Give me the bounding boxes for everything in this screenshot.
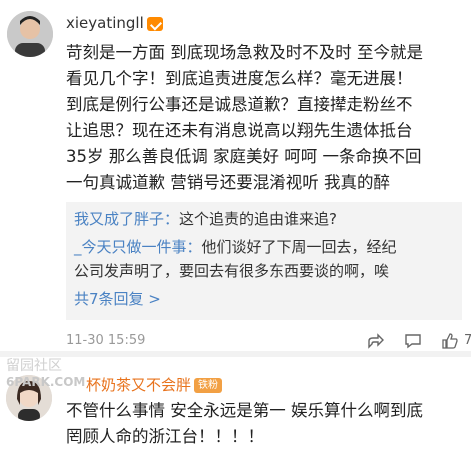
comment-line: 看见几个字！到底追责进度怎么样？毫无进展！	[66, 69, 413, 88]
comment-1: xieyatingll 苛刻是一方面 到底现场急救及时不及时 至今就是 看见几个…	[0, 0, 471, 352]
fan-badge: 铁粉	[194, 378, 223, 393]
comment-line: 不管什么事情 安全永远是第一 娱乐算什么啊到底	[66, 401, 423, 420]
share-icon[interactable]	[366, 332, 384, 350]
reply-1[interactable]: 我又成了胖子：这个追责的追由谁来追?	[74, 208, 337, 230]
comment-line: 35岁 那么善良低调 家庭美好 呵呵 一条命换不回	[66, 147, 422, 166]
avatar[interactable]	[7, 11, 53, 57]
more-replies-link[interactable]: 共7条回复 >	[74, 288, 161, 310]
comment-body: 不管什么事情 安全永远是第一 娱乐算什么啊到底 罔顾人命的浙江台！！！！	[66, 398, 461, 450]
comment-body: 苛刻是一方面 到底现场急救及时不及时 至今就是 看见几个字！到底追责进度怎么样？…	[66, 40, 461, 196]
comment-line: 让追思？现在还未有消息说高以翔先生遗体抵台	[66, 121, 413, 140]
comment-line: 罔顾人命的浙江台！！！！	[66, 427, 264, 446]
comment-footer: 11-30 15:59 724	[66, 332, 471, 352]
vip-badge-icon	[146, 16, 163, 31]
replies-box[interactable]: 我又成了胖子：这个追责的追由谁来追? _今天只做一件事：他们谈好了下周一回去，经…	[66, 202, 462, 320]
watermark: 留园社区 6PARK.COM	[6, 358, 86, 389]
username[interactable]: 杯奶茶又不会胖 铁粉	[86, 374, 223, 395]
timestamp: 11-30 15:59	[66, 333, 146, 348]
comment-line: 到底是例行公事还是诚恳道歉？直接撵走粉丝不	[66, 95, 413, 114]
like-count: 724	[464, 333, 471, 348]
reply-author[interactable]: _今天只做一件事：	[74, 238, 202, 256]
reply-text: 他们谈好了下周一回去，经纪	[201, 238, 397, 256]
like-icon[interactable]	[441, 332, 459, 350]
reply-2[interactable]: _今天只做一件事：他们谈好了下周一回去，经纪	[74, 236, 397, 258]
comment-line: 一句真诚道歉 营销号还要混淆视听 我真的醉	[66, 173, 390, 192]
reply-author[interactable]: 我又成了胖子：	[74, 210, 179, 228]
reply-text: 这个追责的追由谁来追?	[179, 210, 337, 228]
reply-text-continued: 公司发声明了，要回去有很多东西要谈的啊，唉	[74, 262, 390, 280]
comment-icon[interactable]	[404, 332, 422, 350]
username[interactable]: xieyatingll	[66, 14, 163, 32]
comment-line: 苛刻是一方面 到底现场急救及时不及时 至今就是	[66, 43, 423, 62]
